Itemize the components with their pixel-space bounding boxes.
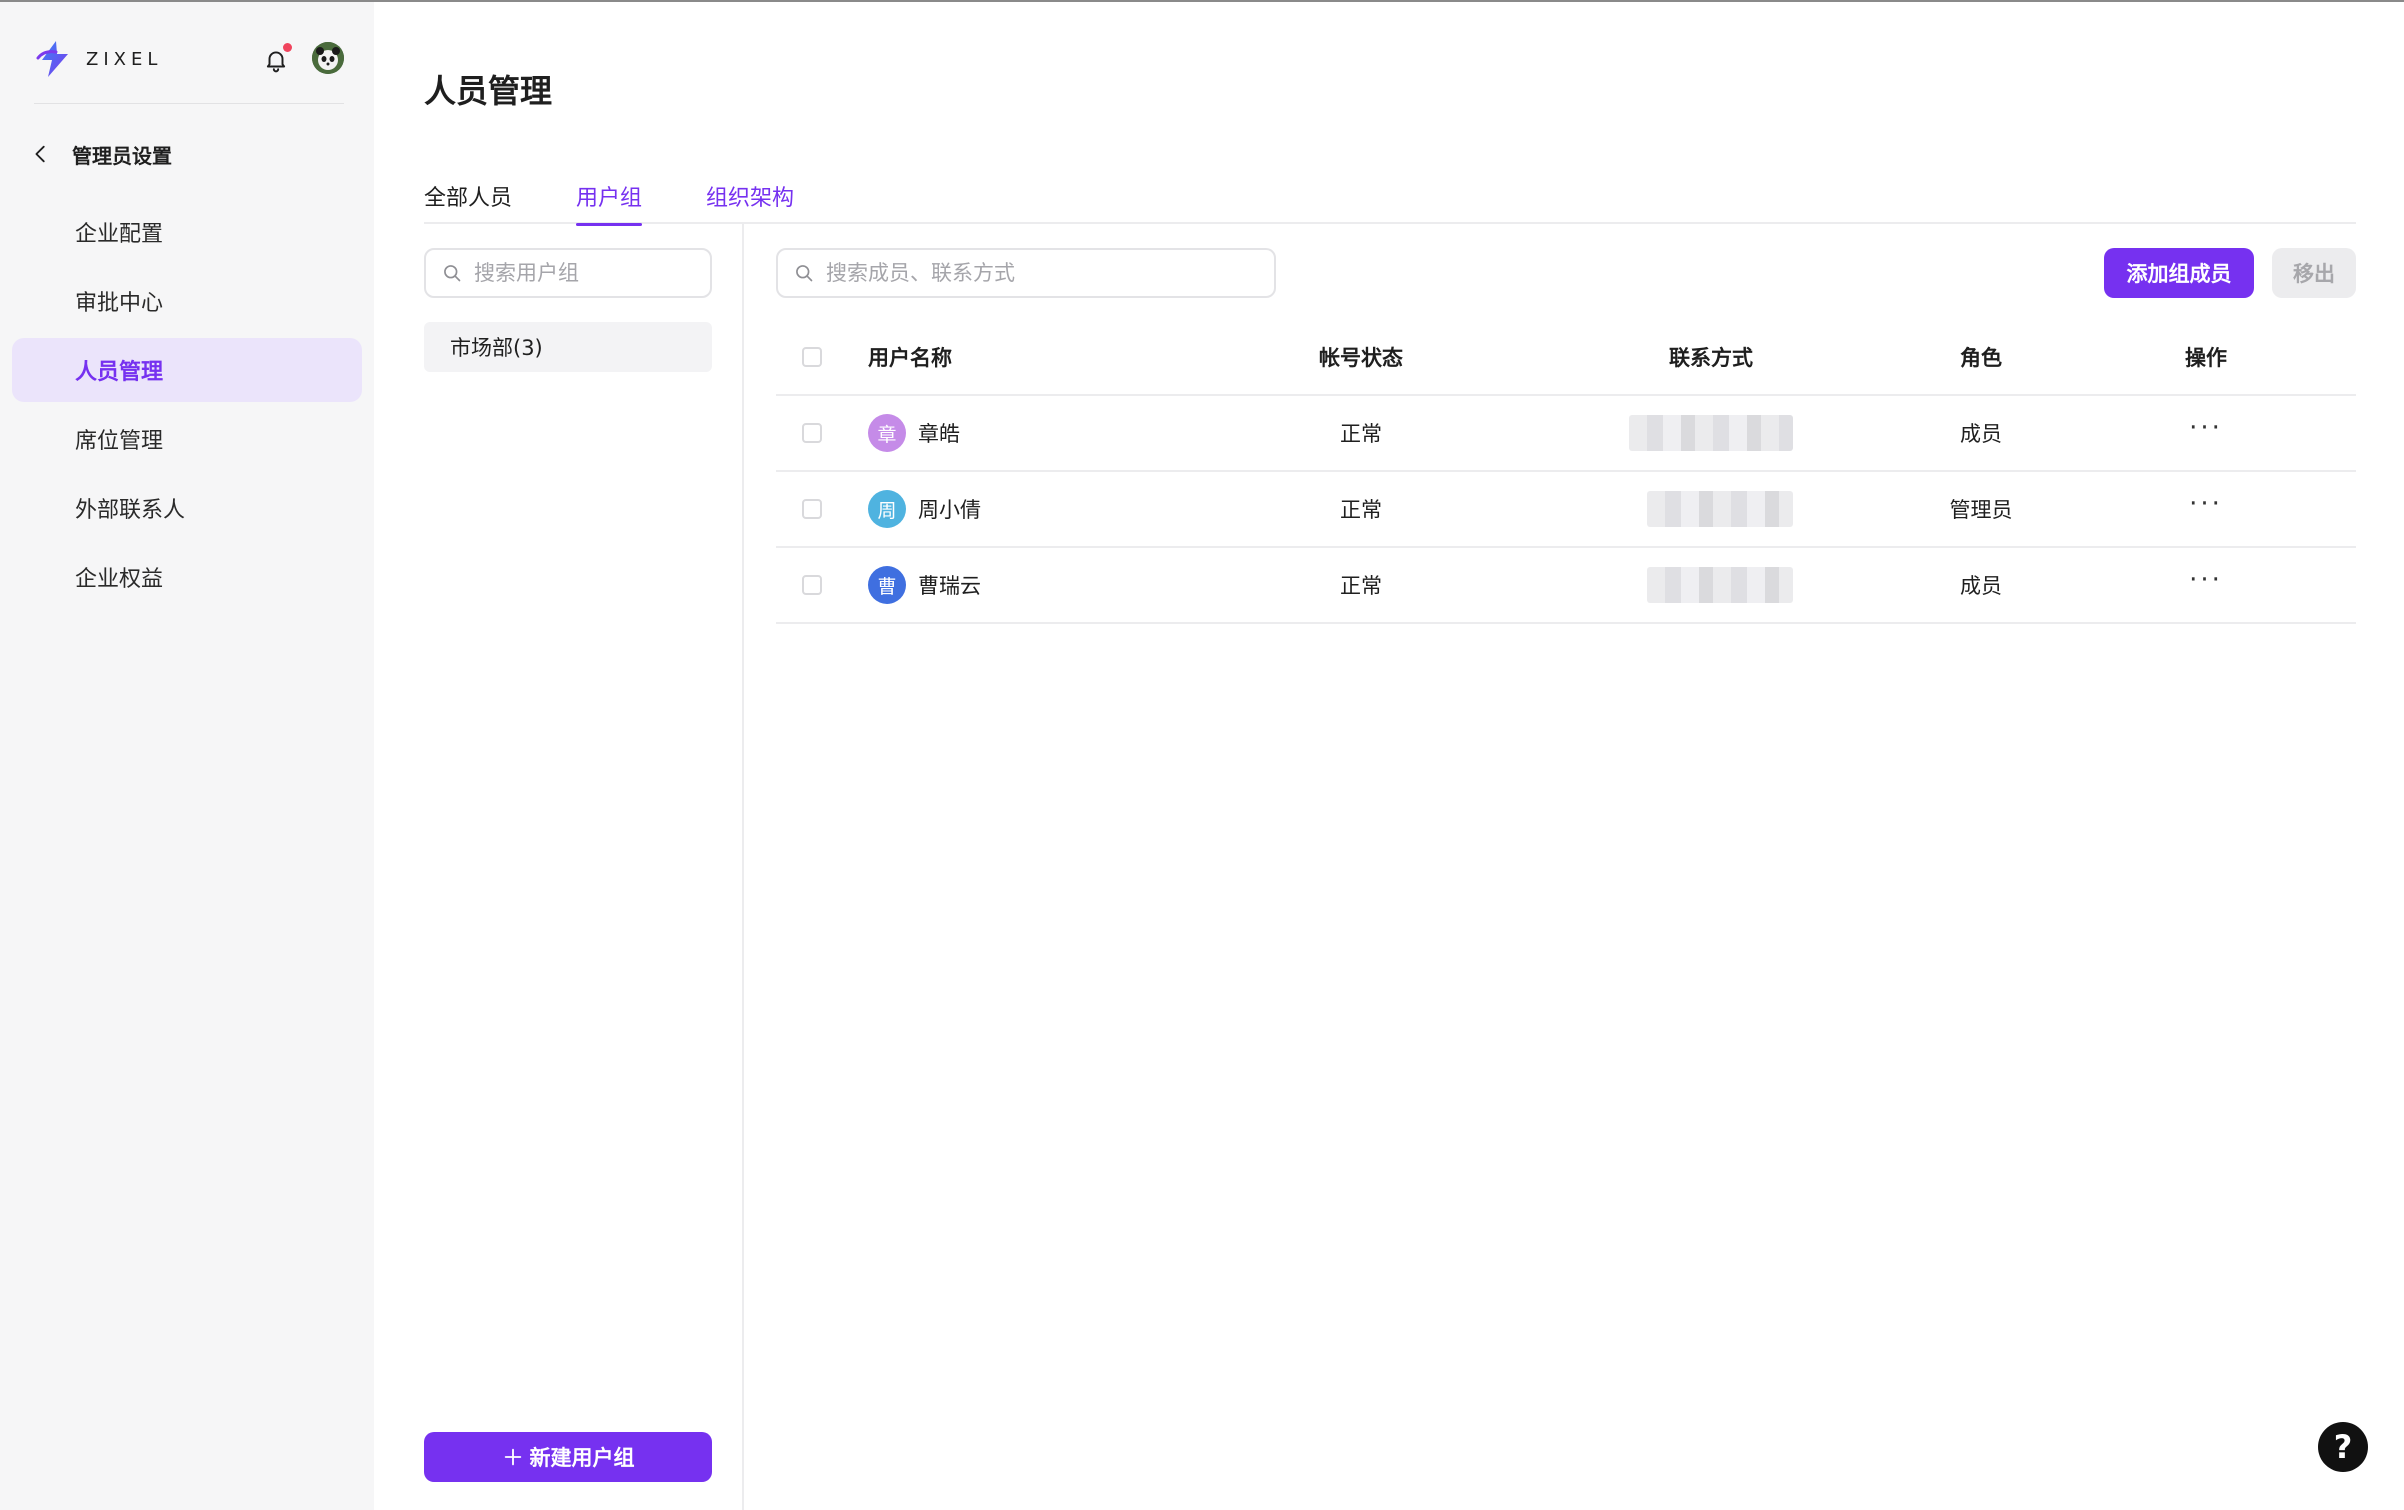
redacted-contact (1647, 491, 1793, 527)
brand-name: ZIXEL (86, 48, 163, 70)
member-role: 成员 (1960, 574, 2002, 598)
column-header-status: 帐号状态 (1319, 346, 1403, 370)
user-groups-panel: 市场部(3) 新建用户组 (424, 224, 744, 1510)
select-all-cell (802, 320, 822, 394)
member-search-box (776, 248, 1276, 298)
group-item-marketing[interactable]: 市场部(3) (424, 322, 712, 372)
row-checkbox[interactable] (802, 499, 822, 519)
member-avatar: 章 (868, 414, 906, 452)
sidebar-item-enterprise-benefits[interactable]: 企业权益 (12, 545, 362, 609)
table-row: 周 周小倩 正常 管理员 ··· (776, 472, 2356, 548)
member-contact (1626, 548, 1796, 622)
sidebar: ZIXEL 管理员设置 企业配置 审批中心 人员管理 席位管理 外部联系人 企业… (0, 2, 374, 1510)
member-avatar: 曹 (868, 566, 906, 604)
table-row: 章 章皓 正常 成员 ··· (776, 396, 2356, 472)
row-check-cell (802, 472, 822, 546)
sidebar-nav: 企业配置 审批中心 人员管理 席位管理 外部联系人 企业权益 (12, 200, 362, 614)
back-to-admin-settings[interactable]: 管理员设置 (30, 136, 172, 172)
member-name-cell: 章 章皓 (868, 396, 960, 470)
row-checkbox[interactable] (802, 423, 822, 443)
column-header-contact: 联系方式 (1669, 346, 1753, 370)
sidebar-item-people-management[interactable]: 人员管理 (12, 338, 362, 402)
help-button[interactable]: ? (2318, 1422, 2368, 1472)
tab-user-groups[interactable]: 用户组 (576, 174, 643, 226)
redacted-contact (1629, 415, 1793, 451)
plus-icon (504, 1448, 521, 1466)
row-check-cell (802, 396, 822, 470)
group-search-box (424, 248, 712, 298)
remove-member-button[interactable]: 移出 (2272, 248, 2356, 298)
sidebar-item-enterprise-config[interactable]: 企业配置 (12, 200, 362, 264)
row-checkbox[interactable] (802, 575, 822, 595)
column-header-role: 角色 (1960, 346, 2002, 370)
member-avatar: 周 (868, 490, 906, 528)
page-title: 人员管理 (424, 72, 553, 110)
member-contact (1626, 396, 1796, 470)
sidebar-item-seat-management[interactable]: 席位管理 (12, 407, 362, 471)
admin-settings-label: 管理员设置 (72, 143, 172, 168)
select-all-checkbox[interactable] (802, 347, 822, 367)
add-group-member-button[interactable]: 添加组成员 (2104, 248, 2254, 298)
new-user-group-button[interactable]: 新建用户组 (424, 1432, 712, 1482)
row-actions-cell: ··· (2156, 396, 2256, 470)
more-actions-icon[interactable]: ··· (2189, 567, 2223, 593)
row-check-cell (802, 548, 822, 622)
row-actions-cell: ··· (2156, 548, 2256, 622)
tab-bar: 全部人员 用户组 组织架构 (424, 174, 2356, 226)
tab-all-members[interactable]: 全部人员 (424, 174, 512, 224)
member-role: 管理员 (1949, 498, 2013, 522)
notification-button[interactable] (258, 42, 294, 78)
panda-avatar-icon (312, 42, 344, 74)
table-header-row: 用户名称 帐号状态 联系方式 角色 操作 (776, 320, 2356, 396)
notification-dot (283, 43, 292, 52)
member-name: 章皓 (918, 422, 960, 446)
member-status: 正常 (1340, 498, 1382, 522)
user-avatar[interactable] (312, 42, 344, 74)
member-name-cell: 周 周小倩 (868, 472, 981, 546)
members-table: 用户名称 帐号状态 联系方式 角色 操作 章 章皓 正常 成员 ··· 周 周小… (776, 320, 2356, 624)
group-members-panel: 添加组成员 移出 用户名称 帐号状态 联系方式 角色 操作 章 章皓 正常 (776, 224, 2356, 1510)
new-user-group-label: 新建用户组 (529, 1446, 635, 1470)
redacted-contact (1647, 567, 1793, 603)
zixel-logo-icon (36, 41, 68, 77)
member-name-cell: 曹 曹瑞云 (868, 548, 981, 622)
member-status: 正常 (1340, 422, 1382, 446)
member-name: 曹瑞云 (918, 574, 981, 598)
member-name: 周小倩 (918, 498, 981, 522)
brand-row: ZIXEL (34, 32, 344, 86)
more-actions-icon[interactable]: ··· (2189, 491, 2223, 517)
sidebar-item-approval-center[interactable]: 审批中心 (12, 269, 362, 333)
row-actions-cell: ··· (2156, 472, 2256, 546)
member-role: 成员 (1960, 422, 2002, 446)
column-header-actions: 操作 (2185, 346, 2227, 370)
search-icon (444, 265, 461, 282)
member-status: 正常 (1340, 574, 1382, 598)
column-header-name: 用户名称 (868, 346, 952, 370)
search-icon (796, 265, 813, 282)
sidebar-item-external-contacts[interactable]: 外部联系人 (12, 476, 362, 540)
chevron-left-icon (35, 145, 45, 163)
sidebar-divider (34, 103, 344, 104)
member-contact (1626, 472, 1796, 546)
tab-org-structure[interactable]: 组织架构 (706, 174, 794, 224)
group-search-input[interactable] (474, 261, 710, 285)
table-row: 曹 曹瑞云 正常 成员 ··· (776, 548, 2356, 624)
more-actions-icon[interactable]: ··· (2189, 415, 2223, 441)
member-search-input[interactable] (826, 261, 1274, 285)
